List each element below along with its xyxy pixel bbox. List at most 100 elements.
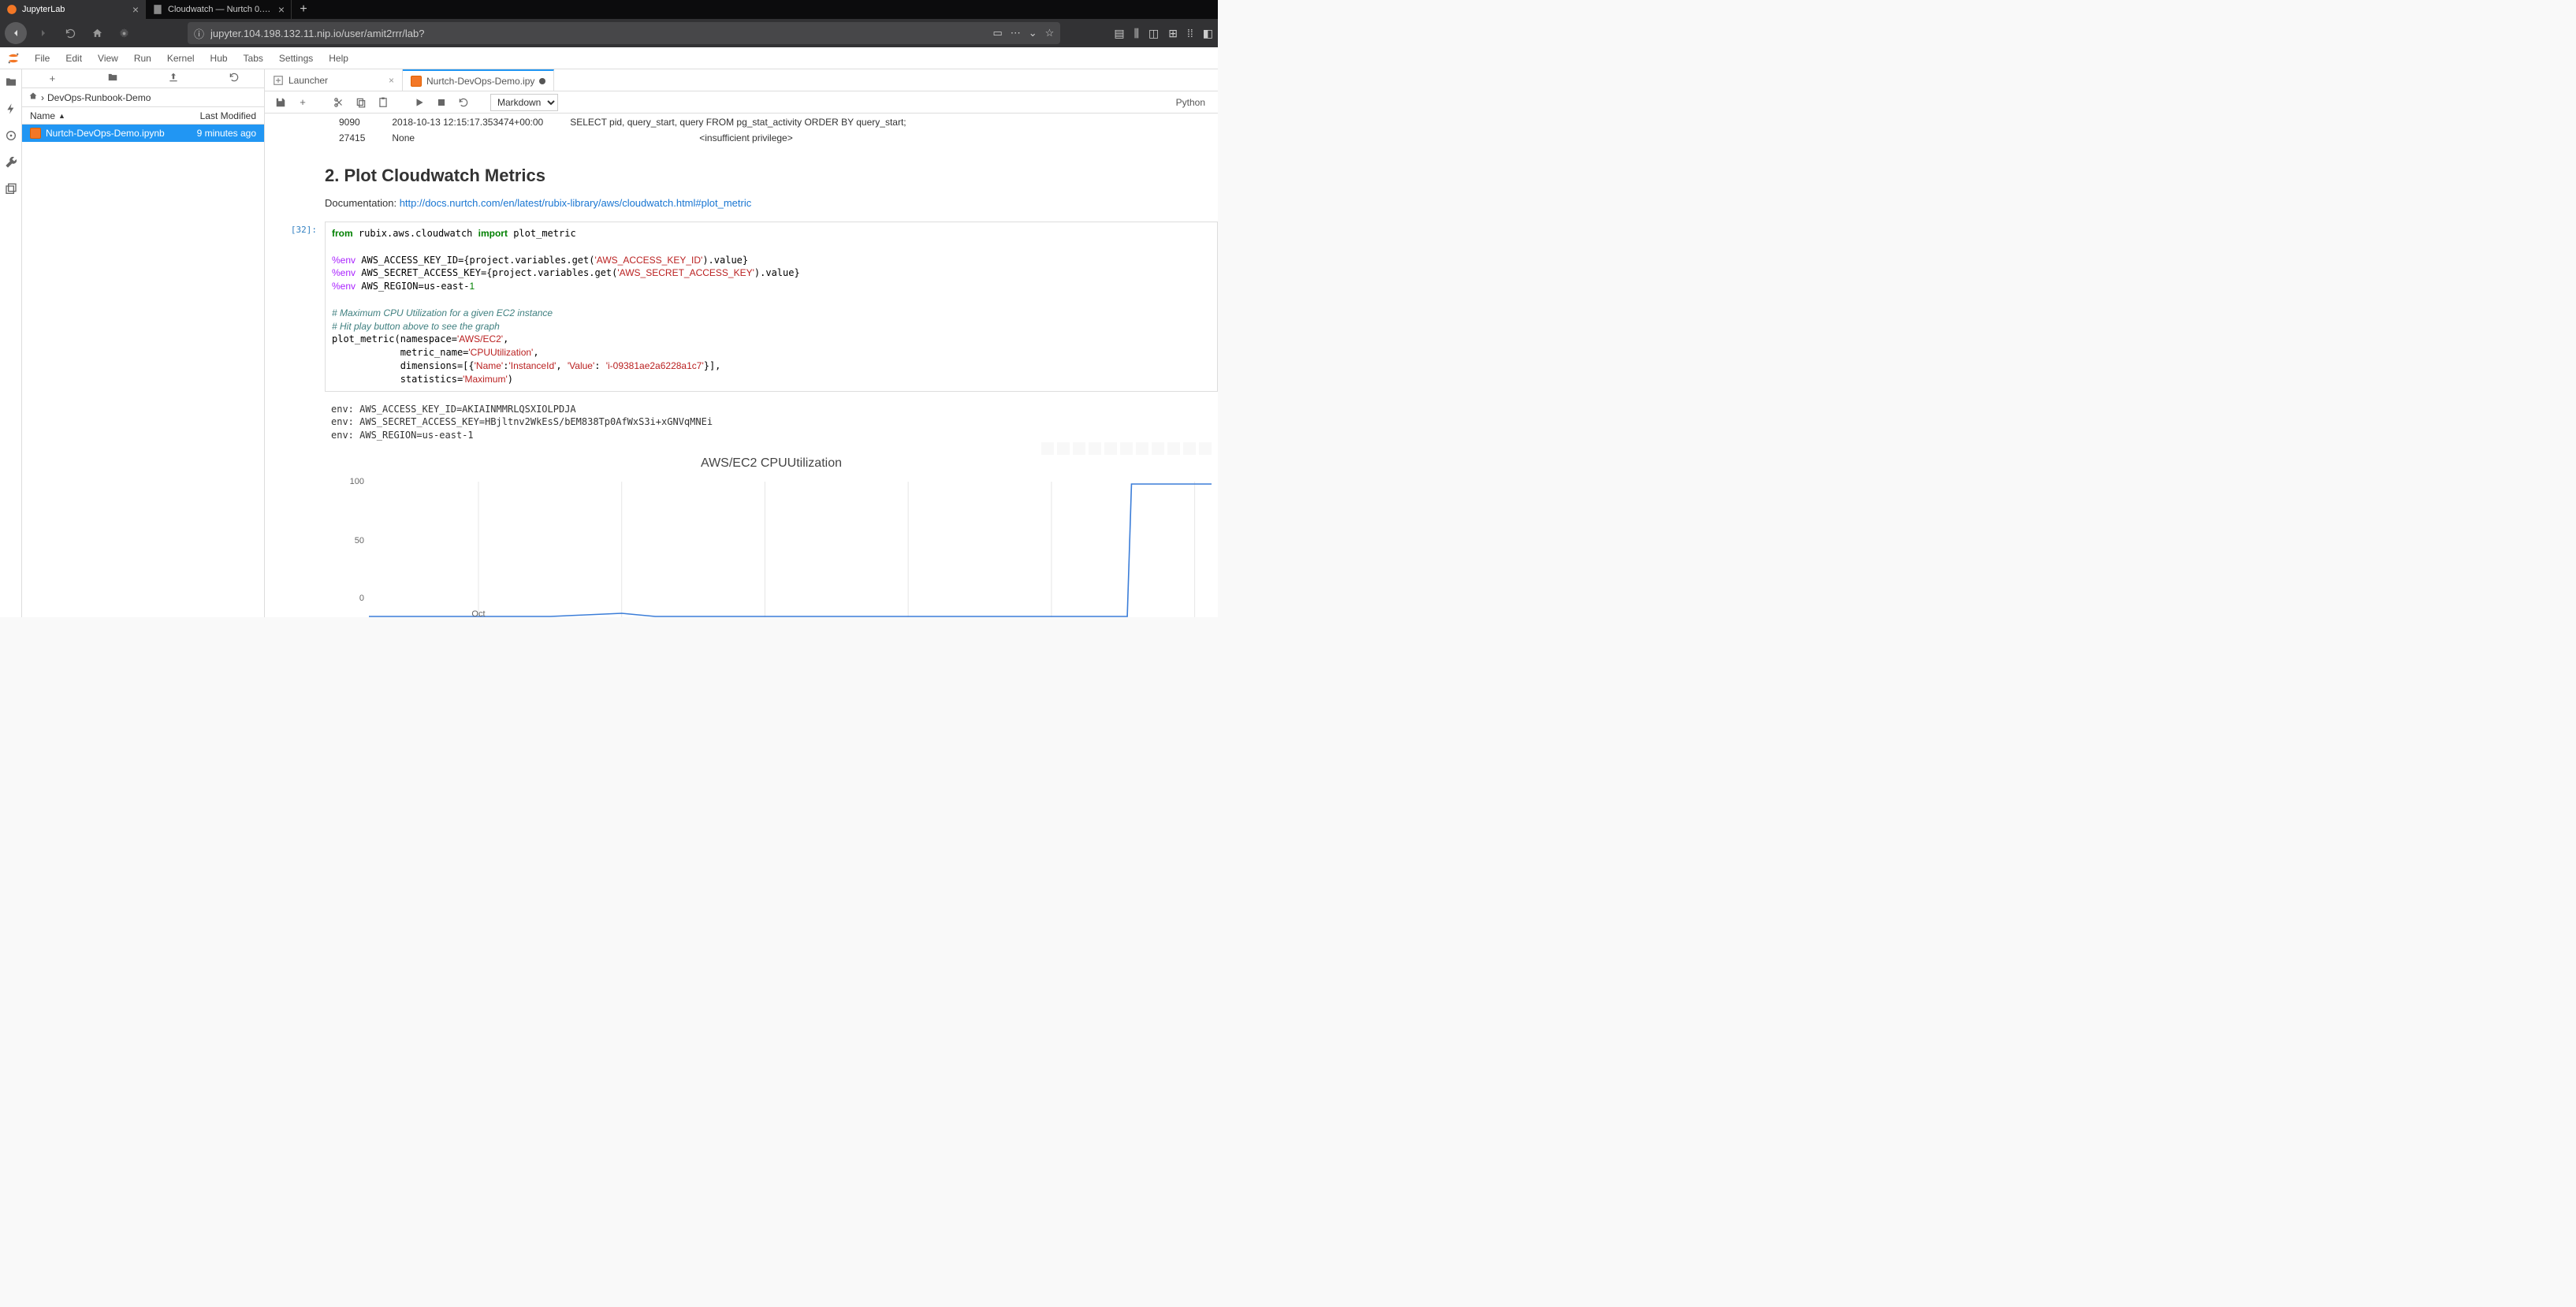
pocket-icon[interactable]: ⌄ (1029, 27, 1037, 39)
upload-button[interactable] (166, 72, 181, 85)
pan-icon[interactable] (1073, 442, 1085, 455)
new-tab-button[interactable]: + (292, 0, 315, 19)
restart-button[interactable] (454, 93, 473, 112)
file-list-header: Name ▲ Last Modified (22, 107, 264, 125)
launcher-icon (273, 75, 284, 86)
menu-bar: File Edit View Run Kernel Hub Tabs Setti… (0, 47, 1218, 69)
y-tick: 100 (350, 477, 364, 486)
col-modified[interactable]: Last Modified (200, 110, 256, 121)
menu-run[interactable]: Run (126, 47, 159, 69)
home-icon[interactable] (28, 91, 38, 103)
new-folder-button[interactable] (105, 72, 121, 85)
zoomin-icon[interactable] (1089, 442, 1101, 455)
close-icon[interactable]: × (132, 3, 139, 16)
breadcrumb[interactable]: › DevOps-Runbook-Demo (22, 88, 264, 107)
menu-help[interactable]: Help (321, 47, 356, 69)
autoscale-icon[interactable] (1120, 442, 1133, 455)
file-browser-toolbar: + (22, 69, 264, 88)
panel-icon[interactable]: ▤ (1114, 27, 1124, 40)
reader-icon[interactable]: ▭ (992, 27, 1002, 39)
more-icon[interactable]: ⋯ (1011, 27, 1021, 39)
code-input[interactable]: from rubix.aws.cloudwatch import plot_me… (325, 222, 1218, 392)
forward-button[interactable] (33, 23, 54, 43)
tab-title: JupyterLab (22, 5, 128, 14)
info-icon[interactable]: ⓘ (194, 26, 204, 41)
camera-icon[interactable] (1041, 442, 1054, 455)
cell-value: 2018-10-13 12:15:17.353474+00:00 (379, 115, 556, 129)
plot-area (369, 482, 1212, 617)
folder-icon[interactable] (5, 76, 17, 88)
notebook-toolbar: + Markdown Python (265, 91, 1218, 114)
wrench-icon[interactable] (5, 156, 17, 169)
breadcrumb-item[interactable]: DevOps-Runbook-Demo (47, 92, 151, 103)
paste-button[interactable] (374, 93, 393, 112)
cut-button[interactable] (329, 93, 348, 112)
file-browser: + › DevOps-Runbook-Demo Name ▲ Last Modi… (22, 69, 265, 617)
tab-bar: Launcher × Nurtch-DevOps-Demo.ipy (265, 69, 1218, 91)
cell-value: 27415 (326, 131, 378, 145)
menu-tabs[interactable]: Tabs (236, 47, 271, 69)
refresh-button[interactable] (226, 72, 242, 85)
commands-icon[interactable] (5, 129, 17, 142)
address-bar[interactable]: ⓘ jupyter.104.198.132.11.nip.io/user/ami… (188, 22, 1060, 44)
table-row: 27415 None <insufficient privilege> (326, 131, 919, 145)
stop-button[interactable] (432, 93, 451, 112)
url-text: jupyter.104.198.132.11.nip.io/user/amit2… (210, 28, 986, 39)
spike-icon[interactable] (1152, 442, 1164, 455)
gear-icon[interactable] (114, 23, 134, 43)
doc-link[interactable]: http://docs.nurtch.com/en/latest/rubix-l… (400, 197, 752, 209)
running-icon[interactable] (5, 102, 17, 115)
notebook-icon (30, 128, 41, 139)
sidebar-icon[interactable]: ◫ (1148, 27, 1159, 40)
activity-bar (0, 69, 22, 617)
chart-area[interactable]: 100 50 0 (369, 482, 1212, 617)
y-tick: 0 (359, 594, 364, 603)
y-tick: 50 (355, 536, 364, 546)
jupyter-logo-icon (5, 50, 22, 67)
menu-kernel[interactable]: Kernel (159, 47, 203, 69)
menu-view[interactable]: View (90, 47, 126, 69)
kernel-name[interactable]: Python (1176, 97, 1212, 108)
menu-hub[interactable]: Hub (203, 47, 236, 69)
zoomout-icon[interactable] (1104, 442, 1117, 455)
code-cell[interactable]: [32]: from rubix.aws.cloudwatch import p… (265, 222, 1218, 392)
dirty-indicator-icon (539, 78, 545, 84)
star-icon[interactable]: ☆ (1045, 27, 1055, 39)
browser-tab-cloudwatch[interactable]: Cloudwatch — Nurtch 0.0.1 do × (146, 0, 292, 19)
menu-icon[interactable]: ◧ (1203, 27, 1213, 40)
library-icon[interactable]: ⫼ (1134, 27, 1139, 40)
menu-edit[interactable]: Edit (58, 47, 90, 69)
zoom-icon[interactable] (1057, 442, 1070, 455)
grid-icon[interactable]: ⁞⁞ (1187, 27, 1193, 39)
menu-settings[interactable]: Settings (271, 47, 321, 69)
compare-icon[interactable] (1183, 442, 1196, 455)
close-icon[interactable]: × (389, 75, 394, 86)
tab-notebook[interactable]: Nurtch-DevOps-Demo.ipy (403, 69, 554, 91)
cell-value: SELECT pid, query_start, query FROM pg_s… (557, 115, 918, 129)
file-modified: 9 minutes ago (197, 128, 256, 139)
home-button[interactable] (87, 23, 107, 43)
run-button[interactable] (410, 93, 429, 112)
markdown-cell[interactable]: 2. Plot Cloudwatch Metrics Documentation… (325, 166, 1218, 209)
tabs-icon[interactable] (5, 183, 17, 195)
close-icon[interactable]: × (278, 3, 285, 16)
reset-icon[interactable] (1136, 442, 1148, 455)
window-icon[interactable]: ⊞ (1168, 27, 1178, 40)
back-button[interactable] (5, 22, 27, 44)
plotly-logo-icon[interactable] (1199, 442, 1212, 455)
browser-tab-jupyterlab[interactable]: JupyterLab × (0, 0, 146, 19)
save-button[interactable] (271, 93, 290, 112)
hover-icon[interactable] (1167, 442, 1180, 455)
new-launcher-button[interactable]: + (44, 73, 60, 84)
file-item[interactable]: Nurtch-DevOps-Demo.ipynb 9 minutes ago (22, 125, 264, 142)
insert-cell-button[interactable]: + (293, 93, 312, 112)
input-prompt: [32]: (265, 222, 325, 392)
menu-file[interactable]: File (27, 47, 58, 69)
tab-launcher[interactable]: Launcher × (265, 69, 403, 91)
reload-button[interactable] (60, 23, 80, 43)
notebook-body[interactable]: 9090 2018-10-13 12:15:17.353474+00:00 SE… (265, 114, 1218, 617)
col-name[interactable]: Name ▲ (30, 110, 65, 121)
copy-button[interactable] (352, 93, 370, 112)
chevron-up-icon: ▲ (58, 112, 65, 120)
cell-type-select[interactable]: Markdown (490, 94, 558, 111)
